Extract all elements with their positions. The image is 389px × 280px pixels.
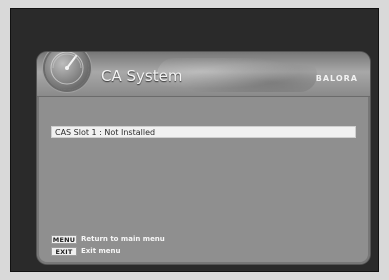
brand-logo: BALORA <box>315 74 358 83</box>
dial-icon <box>45 52 89 90</box>
ca-system-osd-window: CA System BALORA CAS Slot 1 : Not Instal… <box>37 52 370 264</box>
osd-header: CA System BALORA <box>37 52 370 97</box>
page-title: CA System <box>101 67 183 85</box>
menu-hint-text: Return to main menu <box>81 235 165 243</box>
hint-menu: MENU Return to main menu <box>51 234 165 244</box>
menu-key[interactable]: MENU <box>51 234 77 244</box>
cas-slot-1-item[interactable]: CAS Slot 1 : Not Installed <box>51 126 356 138</box>
tv-screen: CA System BALORA CAS Slot 1 : Not Instal… <box>10 8 379 272</box>
menu-content: CAS Slot 1 : Not Installed <box>51 104 356 214</box>
footer-hints: MENU Return to main menu EXIT Exit menu <box>51 234 271 260</box>
hint-exit: EXIT Exit menu <box>51 246 121 256</box>
exit-key[interactable]: EXIT <box>51 246 77 256</box>
cas-slot-1-label: CAS Slot 1 : Not Installed <box>55 127 156 137</box>
exit-hint-text: Exit menu <box>81 247 121 255</box>
